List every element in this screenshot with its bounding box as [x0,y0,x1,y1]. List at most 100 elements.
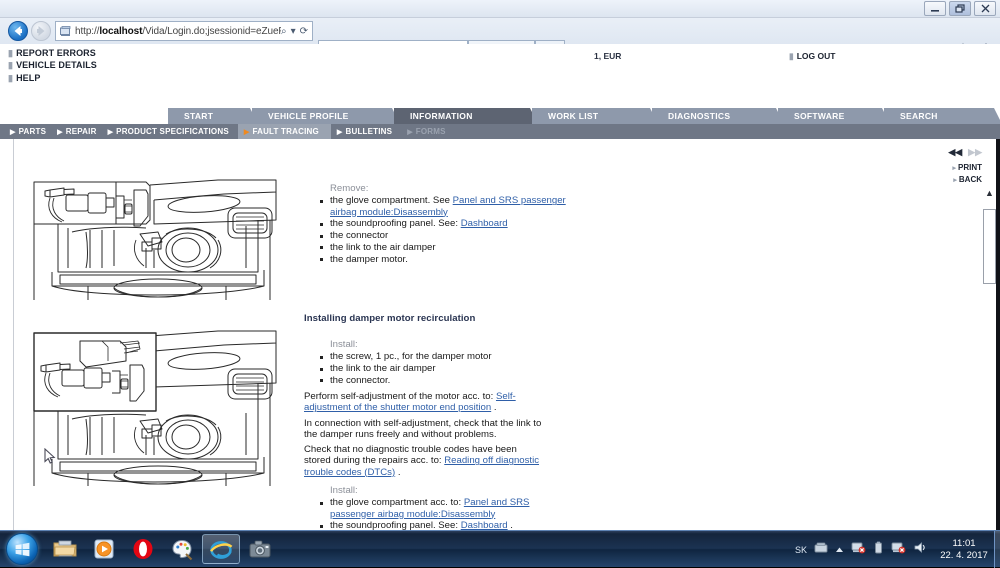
dashboard-damper-motor-figure-2 [28,327,278,487]
camera-app-taskbar-button[interactable] [241,534,279,564]
scrollbar-thumb[interactable] [983,209,996,284]
next-page-icon: ▶▶ [968,147,982,157]
tab-vehicle-profile[interactable]: VEHICLE PROFILE [252,108,400,124]
print-link[interactable]: ▸ PRINT [922,162,982,174]
page-favicon [59,25,72,38]
forward-button [31,21,51,41]
paragraph-check-link-runs-freely: In connection with self-adjustment, chec… [304,418,542,441]
restore-button[interactable] [949,1,971,16]
menu-item-vehicle-details[interactable]: ▮ VEHICLE DETAILS [8,59,97,71]
search-icon[interactable]: ⌕ [281,26,287,37]
logout-link[interactable]: ▮ LOG OUT [789,51,835,62]
bullet-icon: ▮ [8,60,14,71]
chevron-right-icon: ▶ [243,128,250,136]
battery-icon[interactable] [873,541,884,559]
tab-software[interactable]: SOFTWARE [778,108,890,124]
url-bar[interactable]: http://localhost/Vida/Login.do;jsessioni… [55,21,313,41]
show-desktop-button[interactable] [994,531,1000,568]
list-item: the link to the air damper [316,242,566,253]
link-dashboard[interactable]: Dashboard [461,218,508,229]
list-item: the damper motor. [316,254,566,265]
show-hidden-icons-icon[interactable] [835,541,844,559]
install-instruction-block-2: Install: the glove compartment acc. to: … [304,485,546,530]
close-button[interactable] [974,1,996,16]
chevron-right-icon: ▶ [107,128,114,136]
network-error-icon[interactable] [851,541,866,559]
windows-explorer-taskbar-button[interactable] [46,534,84,564]
chevron-right-icon: ▶ [10,128,16,136]
url-text: http://localhost/Vida/Login.do;jsessioni… [75,25,281,37]
subnav-repair[interactable]: ▶ REPAIR [55,124,105,139]
minimize-button[interactable] [924,1,946,16]
section-heading-installing-damper-motor-recirculation: Installing damper motor recirculation [304,313,476,324]
prev-page-icon[interactable]: ◀◀ [948,147,962,158]
link-dashboard-2[interactable]: Dashboard [461,520,508,530]
list-item: the connector [316,230,566,241]
clock-date: 22. 4. 2017 [940,549,988,561]
keyboard-language-indicator[interactable]: SK [795,545,807,555]
paragraph-self-adjustment: Perform self-adjustment of the motor acc… [304,391,516,414]
list-item: the link to the air damper [316,363,566,374]
content-left-rail [0,139,14,530]
currency-indicator: 1, EUR [594,51,622,61]
browser-address-bar-row: http://localhost/Vida/Login.do;jsessioni… [0,18,1000,59]
subnav-forms: ▶ FORMS [407,127,446,136]
window-titlebar [0,0,1000,18]
list-item: the screw, 1 pc., for the damper motor [316,351,566,362]
bullet-icon: ▮ [8,48,14,58]
subnav-parts[interactable]: ▶ PARTS [8,124,55,139]
tab-information[interactable]: INFORMATION [394,108,538,124]
tab-search[interactable]: SEARCH [884,108,1000,124]
subnav-product-specifications[interactable]: ▶ PRODUCT SPECIFICATIONS [106,124,238,139]
refresh-icon[interactable]: ⟳ [300,26,308,37]
windows-taskbar: SK 11:01 22. 4. 2017 [0,530,1000,568]
paragraph-check-dtc: Check that no diagnostic trouble codes h… [304,444,540,478]
window-control-buttons [924,1,996,16]
chevron-right-icon: ▶ [336,128,343,136]
main-tab-bar: START VEHICLE PROFILE INFORMATION WORK L… [168,108,1000,124]
list-item: the soundproofing panel. See: Dashboard … [316,520,546,530]
remove-lead-label: Remove: [330,183,369,194]
list-item: the glove compartment. See Panel and SRS… [316,195,566,218]
chevron-down-icon[interactable]: ▾ [291,26,296,37]
subnav-bulletins[interactable]: ▶ BULLETINS [331,124,401,139]
remove-instruction-block: Remove: the glove compartment. See Panel… [304,183,566,266]
opera-taskbar-button[interactable] [124,534,162,564]
chevron-right-icon: ▸ [952,165,956,172]
install-lead-label: Install: [330,339,358,350]
scroll-up-icon[interactable]: ▲ [985,189,994,198]
clock-time: 11:01 [952,537,976,549]
install-lead-label-2: Install: [330,485,358,496]
tab-start[interactable]: START [168,108,258,124]
content-right-edge [996,139,1000,530]
app-top-nav: ▮ REPORT ERRORS ▮ VEHICLE DETAILS ▮ HELP 1,… [0,44,1000,92]
start-button[interactable] [6,533,38,565]
back-link[interactable]: ▸ BACK [922,174,982,186]
hardware-icon[interactable] [814,541,828,559]
volume-error-icon[interactable] [891,541,906,559]
dashboard-damper-motor-figure-1 [28,176,278,301]
url-bar-icons: ⌕ ▾ ⟳ [281,26,310,37]
sub-nav-bar: ▶ PARTS ▶ REPAIR ▶ PRODUCT SPECIFICATIONS ▶… [0,124,1000,139]
taskbar-clock[interactable]: 11:01 22. 4. 2017 [938,538,990,562]
document-scrollbar[interactable]: ▲ [983,189,996,309]
install-step-list-2: the glove compartment acc. to: Panel and… [316,497,546,530]
media-player-taskbar-button[interactable] [85,534,123,564]
tab-diagnostics[interactable]: DIAGNOSTICS [652,108,784,124]
menu-item-help[interactable]: ▮ HELP [8,72,97,84]
mouse-cursor [44,447,56,465]
system-tray: SK 11:01 22. 4. 2017 [795,531,996,568]
paint-taskbar-button[interactable] [163,534,201,564]
tab-work-list[interactable]: WORK LIST [532,108,658,124]
bullet-icon: ▮ [789,51,794,61]
subnav-fault-tracing[interactable]: ▶ FAULT TRACING [237,124,331,139]
back-button[interactable] [8,21,28,41]
internet-explorer-taskbar-button[interactable] [202,534,240,564]
menu-item-report-errors[interactable]: ▮ REPORT ERRORS [8,47,97,59]
speaker-icon[interactable] [913,541,927,559]
chevron-right-icon: ▸ [953,177,957,184]
remove-step-list: the glove compartment. See Panel and SRS… [316,195,566,265]
utility-menu: ▮ REPORT ERRORS ▮ VEHICLE DETAILS ▮ HELP [8,47,97,84]
chevron-right-icon: ▶ [407,128,413,136]
list-item: the soundproofing panel. See: Dashboard [316,218,566,229]
